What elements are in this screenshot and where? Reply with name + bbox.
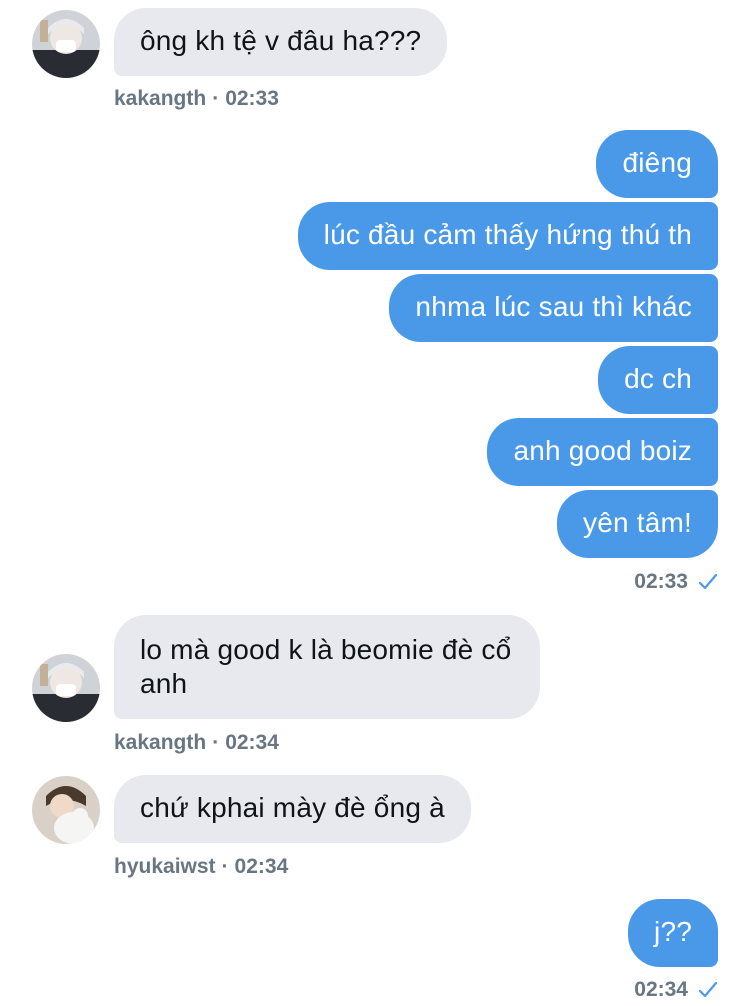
separator: · — [212, 87, 220, 110]
avatar-kakangth[interactable] — [32, 10, 100, 78]
sender-name[interactable]: kakangth — [114, 87, 206, 110]
dm-conversation: ông kh tệ v đâu ha??? kakangth · 02:33 điê… — [0, 0, 750, 1006]
message-meta: hyukaiwst · 02:34 — [114, 855, 288, 879]
message-meta: 02:34 — [634, 978, 718, 1002]
check-icon — [698, 573, 718, 591]
message-bubble-outgoing[interactable]: dc ch — [598, 346, 718, 414]
separator: · — [212, 731, 220, 754]
avatar-image — [32, 10, 100, 78]
message-meta: kakangth · 02:33 — [114, 87, 279, 111]
avatar-image — [32, 654, 100, 722]
avatar-hyukaiwst[interactable] — [32, 776, 100, 844]
message-meta: 02:33 — [634, 570, 718, 594]
message-meta: kakangth · 02:34 — [114, 731, 279, 755]
message-time: 02:34 — [234, 855, 289, 878]
message-time: 02:34 — [634, 978, 688, 1001]
message-bubble-outgoing[interactable]: lúc đầu cảm thấy hứng thú th — [297, 202, 718, 270]
separator: · — [221, 855, 229, 878]
check-icon — [698, 981, 718, 999]
message-bubble-incoming[interactable]: lo mà good k là beomie đè cổ anh — [114, 615, 540, 719]
sender-name[interactable]: hyukaiwst — [114, 855, 216, 878]
avatar-kakangth[interactable] — [32, 654, 100, 722]
message-bubble-outgoing[interactable]: điêng — [596, 130, 718, 198]
message-time: 02:33 — [225, 87, 279, 110]
sender-name[interactable]: kakangth — [114, 731, 206, 754]
message-bubble-outgoing[interactable]: nhma lúc sau thì khác — [389, 274, 718, 342]
message-bubble-outgoing[interactable]: anh good boiz — [487, 418, 718, 486]
message-time: 02:34 — [225, 731, 279, 754]
avatar-image — [32, 776, 100, 844]
message-bubble-incoming[interactable]: chứ kphai mày đè ổng à — [114, 775, 471, 843]
message-time: 02:33 — [634, 570, 688, 593]
message-bubble-incoming[interactable]: ông kh tệ v đâu ha??? — [114, 8, 448, 76]
message-bubble-outgoing[interactable]: j?? — [628, 899, 718, 967]
message-bubble-outgoing[interactable]: yên tâm! — [557, 490, 718, 558]
